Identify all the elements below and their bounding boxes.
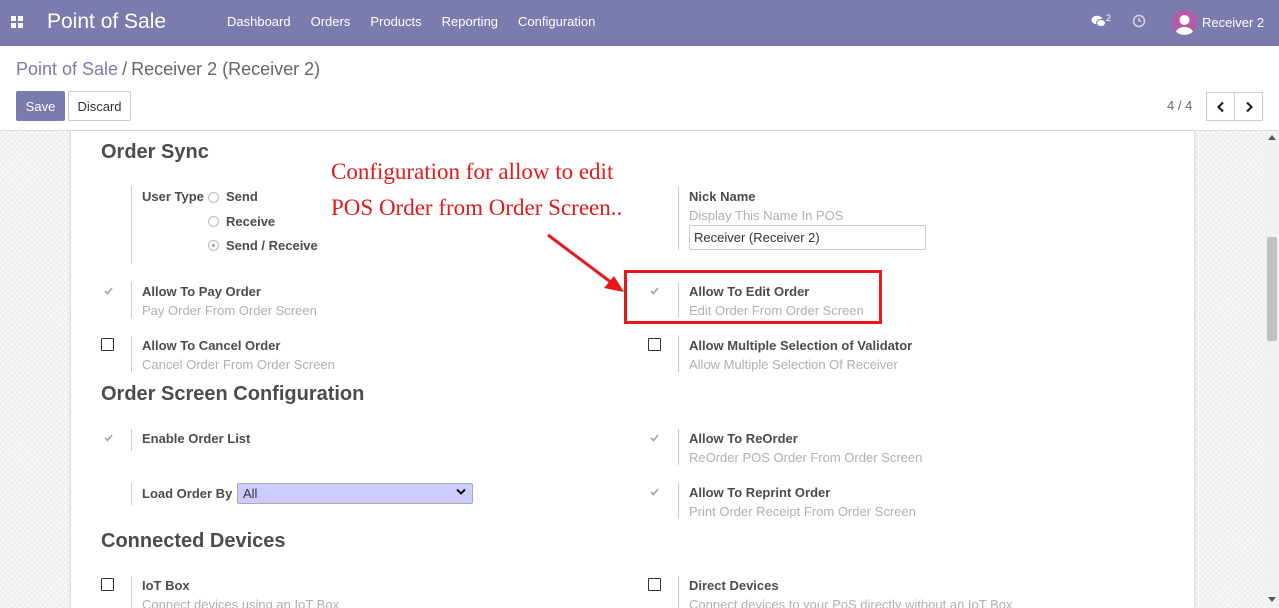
field-divider	[131, 483, 132, 505]
top-navbar: Point of Sale Dashboard Orders Products …	[0, 0, 1279, 46]
messages-button[interactable]: 2	[1091, 13, 1121, 33]
check-icon	[104, 286, 113, 295]
annotation-line-2: POS Order from Order Screen..	[331, 195, 623, 220]
enable-list-checkbox[interactable]	[102, 431, 115, 444]
allow-pay-help: Pay Order From Order Screen	[142, 303, 317, 318]
field-divider	[678, 186, 679, 250]
user-avatar-icon	[1175, 15, 1194, 35]
nick-name-help: Display This Name In POS	[689, 208, 844, 223]
clock-icon	[1132, 14, 1146, 28]
nick-name-input[interactable]	[689, 225, 926, 250]
scroll-up-arrow-icon[interactable]	[1268, 135, 1276, 140]
main-menu: Dashboard Orders Products Reporting Conf…	[217, 14, 605, 29]
allow-pay-checkbox[interactable]	[102, 284, 115, 297]
save-button[interactable]: Save	[16, 91, 65, 121]
radio-send[interactable]	[208, 192, 219, 203]
allow-cancel-label: Allow To Cancel Order	[142, 338, 281, 353]
reorder-checkbox[interactable]	[648, 431, 661, 444]
field-divider	[131, 576, 132, 608]
field-divider	[678, 483, 679, 519]
section-title-order-sync: Order Sync	[101, 141, 209, 163]
radio-receive-label[interactable]: Receive	[226, 214, 275, 229]
section-title-devices: Connected Devices	[101, 530, 286, 552]
allow-multi-help: Allow Multiple Selection Of Receiver	[689, 357, 898, 372]
iot-help: Connect devices using an IoT Box	[142, 597, 340, 608]
check-icon	[104, 433, 113, 442]
nick-name-label: Nick Name	[689, 189, 756, 204]
load-by-value: All	[243, 486, 258, 501]
load-by-select[interactable]: All	[237, 483, 473, 504]
discard-button[interactable]: Discard	[68, 91, 131, 121]
chevron-down-icon	[456, 488, 466, 495]
breadcrumb-parent[interactable]: Point of Sale	[16, 59, 118, 79]
field-divider	[678, 336, 679, 372]
iot-label: IoT Box	[142, 578, 190, 593]
field-divider	[131, 336, 132, 372]
enable-list-label: Enable Order List	[142, 431, 251, 446]
annotation-highlight-box	[624, 270, 882, 324]
allow-multi-label: Allow Multiple Selection of Validator	[689, 338, 913, 353]
menu-dashboard[interactable]: Dashboard	[217, 14, 301, 29]
radio-send-label[interactable]: Send	[226, 189, 258, 204]
activity-button[interactable]	[1132, 14, 1146, 31]
field-divider	[131, 186, 132, 264]
user-name[interactable]: Receiver 2	[1202, 15, 1264, 30]
chat-icon	[1091, 15, 1106, 27]
menu-configuration[interactable]: Configuration	[508, 14, 605, 29]
allow-cancel-checkbox[interactable]	[101, 338, 114, 351]
field-divider	[678, 429, 679, 465]
reprint-help: Print Order Receipt From Order Screen	[689, 504, 916, 519]
scroll-thumb[interactable]	[1267, 237, 1277, 341]
direct-devices-label: Direct Devices	[689, 578, 779, 593]
annotation-arrow-icon	[547, 233, 624, 292]
field-divider	[131, 282, 132, 318]
pager-buttons	[1206, 92, 1263, 121]
pager-value: 4 / 4	[1167, 98, 1193, 113]
direct-devices-help: Connect devices to your PoS directly wit…	[689, 597, 1013, 608]
apps-menu-icon[interactable]	[11, 16, 23, 28]
pager-next-button[interactable]	[1234, 92, 1263, 121]
chevron-left-icon	[1216, 101, 1224, 112]
radio-send-receive-label[interactable]: Send / Receive	[226, 238, 318, 253]
radio-send-receive[interactable]	[208, 240, 219, 251]
menu-reporting[interactable]: Reporting	[432, 14, 508, 29]
radio-receive[interactable]	[208, 216, 219, 227]
reorder-help: ReOrder POS Order From Order Screen	[689, 450, 923, 465]
pager-previous-button[interactable]	[1206, 92, 1235, 121]
allow-pay-label: Allow To Pay Order	[142, 284, 261, 299]
reprint-label: Allow To Reprint Order	[689, 485, 831, 500]
direct-devices-checkbox[interactable]	[648, 578, 661, 591]
vertical-scrollbar[interactable]	[1265, 131, 1279, 608]
section-title-order-screen: Order Screen Configuration	[101, 383, 365, 405]
annotation-line-1: Configuration for allow to edit	[331, 159, 614, 184]
menu-products[interactable]: Products	[360, 14, 431, 29]
field-divider	[131, 429, 132, 451]
user-type-label: User Type	[142, 189, 204, 204]
breadcrumb: Point of Sale / Receiver 2 (Receiver 2)	[16, 59, 320, 80]
app-brand[interactable]: Point of Sale	[47, 10, 166, 34]
check-icon	[650, 487, 659, 496]
iot-checkbox[interactable]	[101, 578, 114, 591]
reorder-label: Allow To ReOrder	[689, 431, 798, 446]
chevron-right-icon	[1245, 101, 1253, 112]
scroll-down-arrow-icon[interactable]	[1268, 597, 1276, 602]
check-icon	[650, 433, 659, 442]
message-count-badge: 2	[1106, 13, 1112, 23]
reprint-checkbox[interactable]	[648, 485, 661, 498]
allow-cancel-help: Cancel Order From Order Screen	[142, 357, 335, 372]
load-by-label: Load Order By	[142, 486, 233, 501]
breadcrumb-current: Receiver 2 (Receiver 2)	[131, 59, 321, 79]
avatar[interactable]	[1172, 10, 1197, 35]
menu-orders[interactable]: Orders	[301, 14, 361, 29]
breadcrumb-separator: /	[122, 59, 128, 79]
field-divider	[678, 576, 679, 608]
allow-multi-checkbox[interactable]	[648, 338, 661, 351]
